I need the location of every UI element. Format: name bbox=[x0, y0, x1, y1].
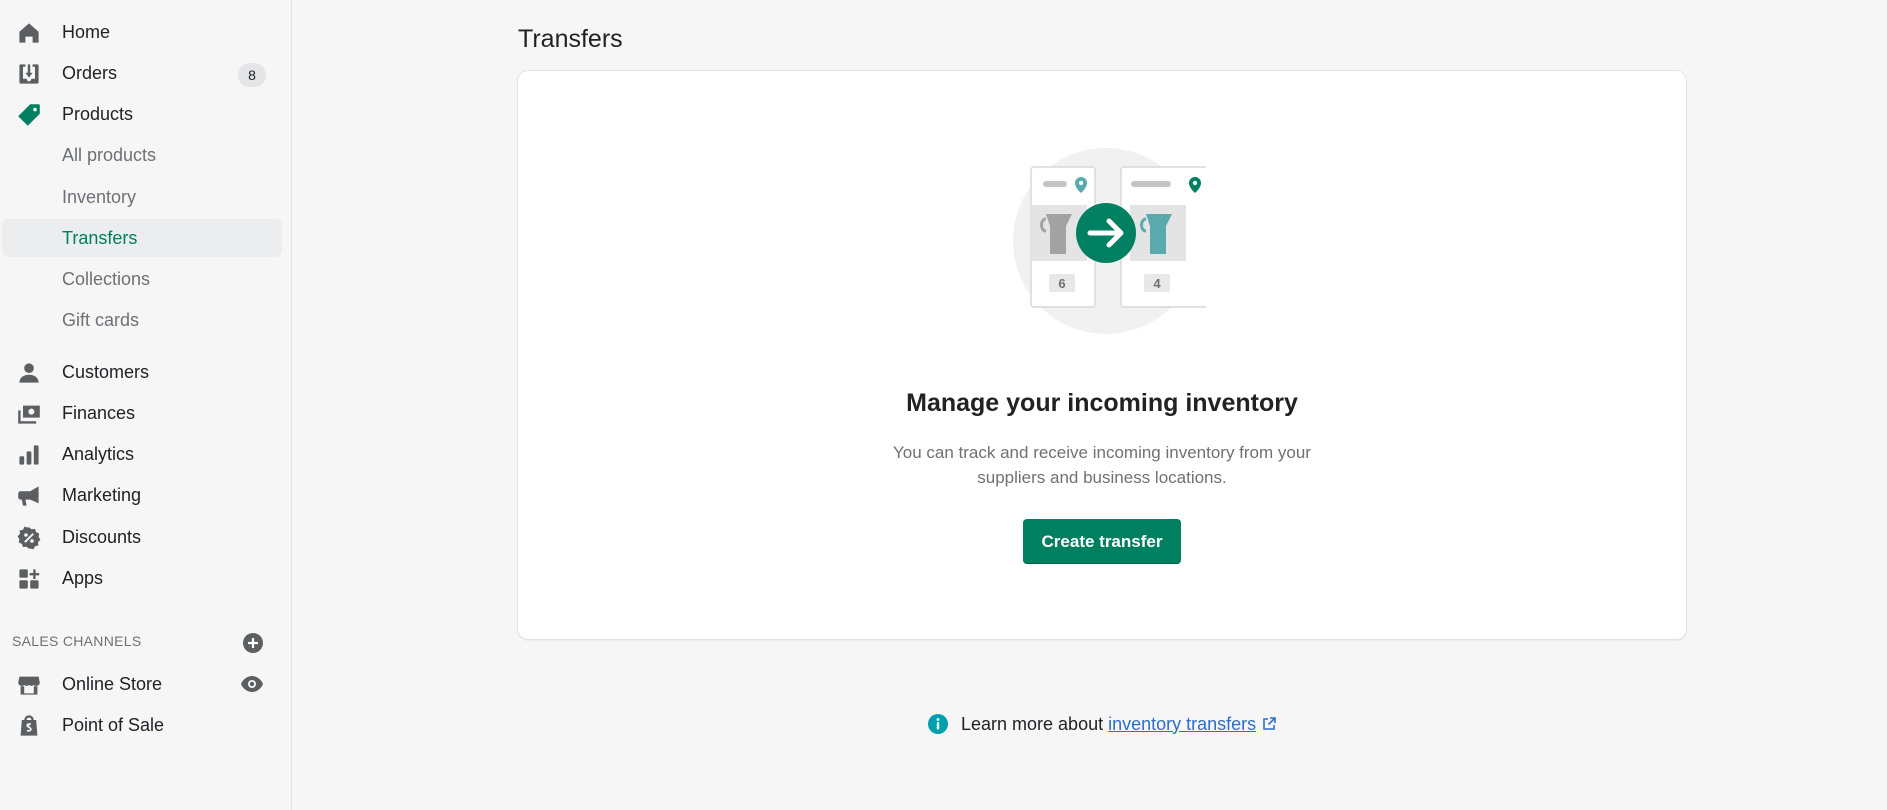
page-title: Transfers bbox=[518, 25, 623, 53]
empty-state-description: You can track and receive incoming inven… bbox=[893, 443, 1311, 487]
nav-finances[interactable]: Finances bbox=[0, 394, 282, 432]
destination-count-label: 4 bbox=[1153, 276, 1161, 291]
subnav-label: Collections bbox=[62, 269, 151, 289]
store-icon bbox=[17, 673, 41, 697]
home-icon bbox=[17, 21, 41, 45]
pos-bag-icon bbox=[17, 714, 41, 738]
nav-customers[interactable]: Customers bbox=[0, 353, 282, 391]
subnav-all-products[interactable]: All products bbox=[2, 136, 282, 174]
nav-label: Home bbox=[62, 21, 111, 42]
bar-chart-icon bbox=[17, 443, 41, 467]
external-link-icon[interactable] bbox=[1262, 717, 1276, 731]
create-transfer-button[interactable]: Create transfer bbox=[1023, 519, 1181, 564]
source-count-label: 6 bbox=[1058, 276, 1065, 291]
subnav-label: Transfers bbox=[62, 228, 138, 248]
subnav-gift-cards[interactable]: Gift cards bbox=[2, 301, 282, 339]
sidebar: Home Orders 8 Products All products Inve… bbox=[0, 0, 292, 810]
nav-analytics[interactable]: Analytics bbox=[0, 435, 282, 473]
finances-icon bbox=[17, 402, 41, 426]
tag-icon bbox=[17, 103, 41, 127]
nav-orders[interactable]: Orders 8 bbox=[0, 54, 282, 92]
subnav-label: Gift cards bbox=[62, 310, 140, 330]
nav-point-of-sale[interactable]: Point of Sale bbox=[0, 706, 282, 744]
orders-icon bbox=[17, 62, 41, 86]
inventory-transfers-link[interactable]: inventory transfers bbox=[1108, 714, 1256, 735]
nav-label: Analytics bbox=[62, 443, 135, 464]
nav-home[interactable]: Home bbox=[0, 13, 282, 51]
subnav-inventory[interactable]: Inventory bbox=[2, 178, 282, 216]
info-icon bbox=[928, 714, 948, 734]
learn-more-text: Learn more about bbox=[961, 713, 1104, 734]
person-icon bbox=[17, 361, 41, 385]
nav-label: Orders bbox=[62, 62, 118, 83]
nav-label: Products bbox=[62, 103, 134, 124]
nav-online-store[interactable]: Online Store bbox=[0, 665, 282, 703]
plus-circle-icon bbox=[243, 633, 263, 653]
sales-channels-heading: SALES CHANNELS bbox=[12, 633, 142, 649]
megaphone-icon bbox=[17, 484, 41, 508]
nav-label: Customers bbox=[62, 361, 150, 382]
nav-label: Marketing bbox=[62, 484, 142, 505]
subnav-label: Inventory bbox=[62, 187, 137, 207]
nav-marketing[interactable]: Marketing bbox=[0, 476, 282, 514]
empty-state-card: 6 4 Manage your incoming inventory You c… bbox=[518, 71, 1686, 639]
orders-count-badge: 8 bbox=[238, 63, 266, 87]
discount-icon bbox=[17, 526, 41, 550]
nav-label: Finances bbox=[62, 402, 136, 423]
subnav-transfers[interactable]: Transfers bbox=[2, 219, 282, 257]
nav-apps[interactable]: Apps bbox=[0, 559, 282, 597]
subnav-collections[interactable]: Collections bbox=[2, 260, 282, 298]
nav-discounts[interactable]: Discounts bbox=[0, 518, 282, 556]
nav-label: Apps bbox=[62, 567, 104, 588]
nav-label: Point of Sale bbox=[62, 714, 165, 735]
learn-more-footer: Learn more about inventory transfers bbox=[927, 712, 1276, 736]
eye-icon bbox=[241, 676, 263, 692]
subnav-label: All products bbox=[62, 145, 157, 165]
nav-products[interactable]: Products bbox=[0, 95, 282, 133]
add-sales-channel-button[interactable] bbox=[241, 631, 265, 655]
nav-label: Discounts bbox=[62, 526, 142, 547]
apps-icon bbox=[17, 567, 41, 591]
nav-label: Online Store bbox=[62, 673, 163, 694]
empty-state-heading: Manage your incoming inventory bbox=[906, 389, 1298, 417]
view-online-store-button[interactable] bbox=[240, 675, 264, 693]
inventory-transfer-illustration: 6 4 bbox=[1013, 148, 1206, 334]
